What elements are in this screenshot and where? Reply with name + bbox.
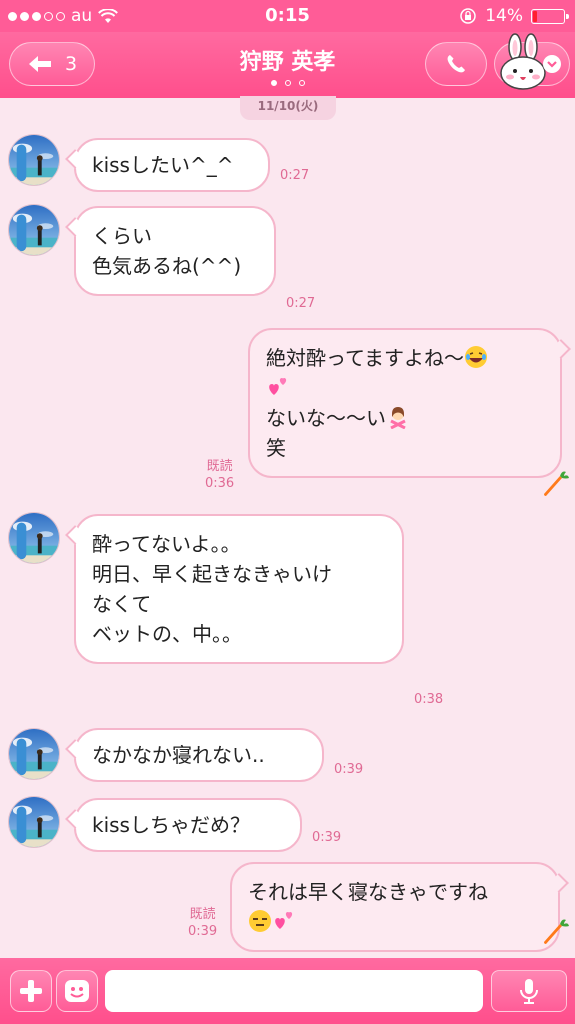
message-time: 0:39 xyxy=(334,762,364,777)
message-bubble[interactable]: kissしたい^_^ xyxy=(65,138,270,192)
message-time: 0:27 xyxy=(286,296,316,311)
bubble-tail xyxy=(65,809,85,829)
message-text: くらい xyxy=(92,224,152,248)
message-text: なかなか寝れない.. xyxy=(92,743,265,767)
chat-header: 3 狩野 英孝 xyxy=(0,32,575,98)
read-receipt: 既読 0:36 xyxy=(205,458,234,492)
page-dot xyxy=(298,80,305,86)
message-text: ないな〜〜い xyxy=(266,403,544,433)
bubble-tail xyxy=(65,149,85,169)
avatar[interactable] xyxy=(8,796,60,848)
message-text: 酔ってないよ。。 xyxy=(92,532,241,556)
voice-input-button[interactable] xyxy=(491,970,567,1012)
battery-icon xyxy=(531,8,569,24)
message-time: 0:27 xyxy=(280,168,310,183)
avatar[interactable] xyxy=(8,728,60,780)
bubble-tail xyxy=(551,339,571,359)
chat-title: 狩野 英孝 xyxy=(239,50,336,75)
avatar[interactable] xyxy=(8,134,60,186)
message-input[interactable] xyxy=(105,970,483,1012)
message-text: kissしちゃだめ？ xyxy=(92,813,250,837)
page-dot xyxy=(284,80,291,86)
message-bubble[interactable]: なかなか寝れない.. xyxy=(65,728,324,782)
message-time: 0:39 xyxy=(188,924,218,939)
status-right: 14% xyxy=(459,6,569,26)
phone-icon xyxy=(447,55,465,73)
message-text xyxy=(266,373,544,403)
message-text: 笑 xyxy=(266,436,286,460)
message-text: なくて xyxy=(92,592,152,616)
message-bubble[interactable]: 絶対酔ってますよね〜 ないな〜〜い笑 xyxy=(248,328,571,478)
message-bubble[interactable]: kissしちゃだめ？ xyxy=(65,798,302,852)
message-time: 0:36 xyxy=(205,476,235,491)
message-bubble[interactable]: くらい色気あるね(^^) xyxy=(65,206,276,296)
sticker-button[interactable] xyxy=(56,970,98,1012)
message-text: 色気あるね(^^) xyxy=(92,254,242,278)
message-text: ベットの、中。。 xyxy=(92,622,242,646)
message-text: 絶対酔ってますよね〜 xyxy=(266,343,544,373)
bubble-tail xyxy=(65,739,85,759)
avatar[interactable] xyxy=(8,512,60,564)
message-time: 0:38 xyxy=(414,692,444,707)
input-bar xyxy=(0,958,575,1024)
message-text: それは早く寝なきゃですね xyxy=(248,880,488,904)
add-button[interactable] xyxy=(10,970,52,1012)
smiley-icon xyxy=(65,980,89,1002)
avatar[interactable] xyxy=(8,204,60,256)
message-bubble[interactable]: それは早く寝なきゃですね xyxy=(230,862,569,952)
plus-icon xyxy=(20,980,42,1002)
read-receipt: 既読 0:39 xyxy=(188,906,217,940)
message-bubble[interactable]: 酔ってないよ。。明日、早く起きなきゃいけ なくてベットの、中。。 xyxy=(65,514,404,664)
status-bar: au 0:15 14% xyxy=(0,0,575,32)
call-button[interactable] xyxy=(425,42,487,86)
bubble-tail xyxy=(65,217,85,237)
battery-percent: 14% xyxy=(485,6,523,26)
date-separator: 11/10(火) xyxy=(240,96,336,120)
chevron-down-icon xyxy=(543,55,561,73)
bubble-tail xyxy=(65,525,85,545)
page-indicator xyxy=(0,80,575,86)
message-text: kissしたい^_^ xyxy=(92,153,234,177)
rotation-lock-icon xyxy=(460,8,476,24)
microphone-icon xyxy=(520,979,538,1004)
read-label: 既読 xyxy=(189,907,216,922)
chat-menu-button[interactable] xyxy=(494,33,570,90)
page-dot xyxy=(270,80,277,86)
carrot-icon xyxy=(542,470,570,498)
bubble-tail xyxy=(549,873,569,893)
carrot-icon xyxy=(542,918,570,946)
message-time: 0:39 xyxy=(312,830,342,845)
read-label: 既読 xyxy=(206,459,233,474)
message-text: 明日、早く起きなきゃいけ xyxy=(92,562,332,586)
message-text xyxy=(248,907,542,937)
